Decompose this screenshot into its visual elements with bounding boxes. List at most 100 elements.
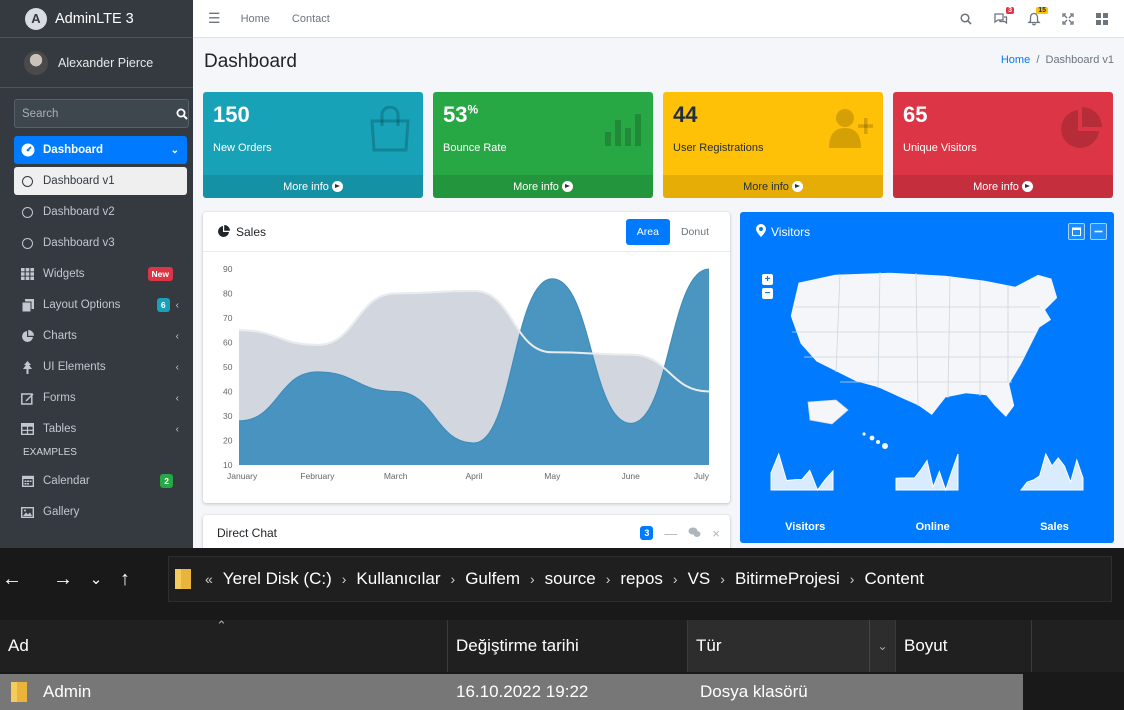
chevron-down-icon: ⌄ (170, 144, 179, 156)
chevron-left-icon: ‹ (175, 299, 179, 311)
path-segment[interactable]: Yerel Disk (C:) (223, 569, 332, 589)
nav-section-header: EXAMPLES (23, 447, 77, 458)
path-segment[interactable]: Content (864, 569, 924, 589)
sidebar-item-calendar[interactable]: Calendar 2 (14, 467, 187, 495)
comments-icon[interactable] (688, 526, 701, 541)
shopping-bag-icon (367, 105, 413, 155)
minus-icon[interactable]: — (664, 526, 677, 541)
x-tick-label: June (621, 471, 640, 481)
fullscreen-icon[interactable] (1060, 11, 1076, 27)
sidebar-item-gallery[interactable]: Gallery (14, 498, 187, 526)
messages-icon[interactable]: 3 (992, 6, 1014, 27)
sidebar-item-label: UI Elements (43, 361, 106, 373)
sidebar-item-ui-elements[interactable]: UI Elements ‹ (14, 353, 187, 381)
close-icon[interactable]: × (712, 526, 720, 541)
column-header-size[interactable]: Boyut (896, 620, 1032, 672)
path-segment[interactable]: VS (688, 569, 711, 589)
brand-link[interactable]: A AdminLTE 3 (0, 0, 193, 38)
chevron-right-icon[interactable]: › (850, 571, 855, 587)
sidebar-item-dashboard[interactable]: Dashboard ⌄ (14, 136, 187, 164)
breadcrumb-link-home[interactable]: Home (1001, 54, 1030, 66)
card-title: Sales (217, 225, 266, 239)
card-title: Direct Chat (217, 526, 278, 540)
stat-label: Bounce Rate (443, 142, 507, 154)
user-panel[interactable]: Alexander Pierce (0, 38, 193, 88)
sidebar-item-dashboard-v3[interactable]: Dashboard v3 (14, 229, 187, 257)
count-badge: 2 (160, 474, 173, 488)
th-grid-icon (20, 267, 35, 282)
chevron-right-icon[interactable]: › (451, 571, 456, 587)
sidebar-search-input[interactable] (14, 99, 176, 128)
explorer-toolbar: ← → ⌄ ↑ « Yerel Disk (C:) › Kullanıcılar… (0, 548, 1124, 610)
more-info-link[interactable]: More info (203, 175, 423, 198)
up-button[interactable]: ↑ (110, 568, 140, 591)
path-segment[interactable]: repos (620, 569, 663, 589)
path-segment[interactable]: Kullanıcılar (356, 569, 440, 589)
file-row[interactable]: Admin 16.10.2022 19:22 Dosya klasörü (0, 674, 1023, 710)
recent-locations-button[interactable]: ⌄ (82, 570, 110, 588)
pie-chart-icon (217, 225, 230, 238)
column-header-date[interactable]: Değiştirme tarihi (448, 620, 688, 672)
chevron-right-icon[interactable]: › (606, 571, 611, 587)
stat-value: 44 (673, 102, 698, 127)
y-tick-label: 90 (223, 264, 233, 274)
nav-link-home[interactable]: Home (241, 13, 270, 25)
address-bar[interactable]: « Yerel Disk (C:) › Kullanıcılar › Gulfe… (168, 556, 1112, 602)
more-info-link[interactable]: More info (433, 175, 653, 198)
notifications-badge: 15 (1036, 6, 1048, 14)
back-button[interactable]: ← (0, 568, 24, 591)
y-tick-label: 10 (223, 460, 233, 470)
sidebar-item-dashboard-v1[interactable]: Dashboard v1 (14, 167, 187, 195)
bell-icon[interactable]: 15 (1026, 6, 1048, 27)
usa-map (789, 271, 1059, 449)
menu-toggle-icon[interactable]: ☰ (208, 10, 221, 27)
sidebar-item-layout-options[interactable]: Layout Options 6 ‹ (14, 291, 187, 319)
search-icon[interactable] (958, 11, 974, 27)
direct-chat-card: Direct Chat 3 — × (203, 515, 730, 548)
sparkline-sales (1019, 452, 1084, 491)
chevron-right-icon[interactable]: › (530, 571, 535, 587)
column-header-type[interactable]: Tür ⌄ (688, 620, 896, 672)
chevron-right-icon[interactable]: › (673, 571, 678, 587)
brand-logo-icon: A (25, 7, 47, 30)
column-header-name[interactable]: Ad ⌃ (0, 618, 448, 672)
file-explorer: ← → ⌄ ↑ « Yerel Disk (C:) › Kullanıcılar… (0, 548, 1124, 710)
path-segment[interactable]: source (545, 569, 596, 589)
file-name-cell: Admin (11, 674, 91, 710)
path-segment[interactable]: BitirmeProjesi (735, 569, 840, 589)
stat-box-user-registrations: 44 User Registrations More info (663, 92, 883, 198)
more-info-link[interactable]: More info (663, 175, 883, 198)
tab-area[interactable]: Area (625, 218, 670, 245)
sidebar-item-tables[interactable]: Tables ‹ (14, 415, 187, 443)
sidebar-item-widgets[interactable]: Widgets New (14, 260, 187, 288)
stat-value: 65 (903, 102, 928, 127)
sidebar-item-label: Dashboard v3 (43, 237, 115, 249)
sidebar-item-charts[interactable]: Charts ‹ (14, 322, 187, 350)
sidebar-item-dashboard-v2[interactable]: Dashboard v2 (14, 198, 187, 226)
chevron-down-icon[interactable]: ⌄ (869, 620, 895, 672)
forward-button[interactable]: → (44, 568, 82, 591)
arrow-circle-right-icon (791, 181, 803, 192)
stat-label: New Orders (213, 142, 272, 154)
path-segment[interactable]: Gulfem (465, 569, 520, 589)
stat-box-new-orders: 150 New Orders More info (203, 92, 423, 198)
file-date-cell: 16.10.2022 19:22 (456, 682, 589, 701)
more-info-link[interactable]: More info (893, 175, 1113, 198)
sidebar-item-label: Layout Options (43, 299, 121, 311)
x-tick-label: April (465, 471, 482, 481)
page-title: Dashboard (204, 51, 297, 72)
brand-text: AdminLTE 3 (55, 10, 134, 27)
sidebar-search-button[interactable] (176, 99, 189, 128)
chevron-right-icon[interactable]: › (342, 571, 347, 587)
nav-link-contact[interactable]: Contact (292, 13, 330, 25)
tab-donut[interactable]: Donut (670, 219, 720, 245)
direct-chat-header: Direct Chat 3 — × (203, 515, 730, 548)
sidebar-item-label: Charts (43, 330, 77, 342)
path-overflow-icon[interactable]: « (205, 571, 213, 587)
stat-value: 150 (213, 102, 250, 127)
chevron-right-icon[interactable]: › (720, 571, 725, 587)
y-tick-label: 40 (223, 387, 233, 397)
apps-grid-icon[interactable] (1094, 11, 1110, 27)
messages-badge: 3 (1006, 6, 1014, 14)
sidebar-item-forms[interactable]: Forms ‹ (14, 384, 187, 412)
